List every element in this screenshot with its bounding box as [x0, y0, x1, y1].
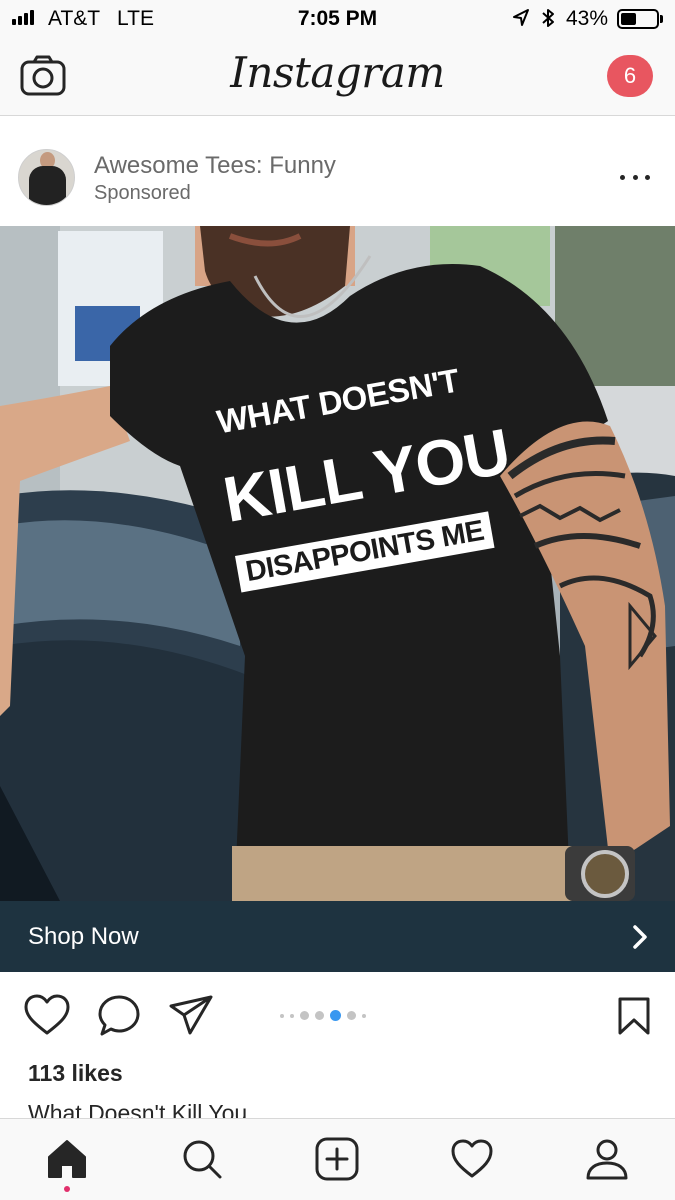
heart-icon[interactable] — [24, 994, 70, 1036]
more-options-icon[interactable] — [620, 172, 650, 182]
likes-count[interactable]: 113 likes — [28, 1060, 123, 1087]
activity-heart-icon[interactable] — [450, 1137, 494, 1181]
active-tab-indicator — [64, 1186, 70, 1192]
share-icon[interactable] — [168, 994, 214, 1036]
chevron-right-icon — [633, 925, 647, 949]
sponsored-label: Sponsored — [94, 182, 191, 204]
post-photo — [0, 226, 675, 901]
battery-percent: 43% — [566, 7, 609, 30]
location-arrow-icon — [513, 9, 529, 26]
carousel-dot — [362, 1013, 366, 1018]
bookmark-icon[interactable] — [617, 996, 651, 1036]
battery-nub — [660, 15, 663, 23]
shop-now-label: Shop Now — [28, 923, 139, 950]
status-bar: AT&T LTE 7:05 PM 43% — [0, 0, 675, 38]
post-actions: 113 likes What Doesn't Kill You — [0, 972, 675, 1126]
carousel-dot — [330, 1010, 341, 1021]
comment-icon[interactable] — [98, 994, 142, 1038]
carousel-dot — [347, 1011, 356, 1020]
home-icon[interactable] — [45, 1137, 89, 1181]
carousel-dot — [280, 1013, 284, 1018]
post-image[interactable]: WHAT DOESN'T KILL YOU DISAPPOINTS ME — [0, 226, 675, 901]
new-post-icon[interactable] — [315, 1137, 359, 1181]
bluetooth-icon — [542, 9, 554, 27]
profile-icon[interactable] — [585, 1137, 629, 1181]
search-icon[interactable] — [180, 1137, 224, 1181]
battery-icon — [617, 9, 659, 29]
bottom-tab-bar — [0, 1118, 675, 1200]
carousel-dot — [315, 1011, 324, 1020]
account-avatar[interactable] — [18, 149, 75, 206]
post-header: Awesome Tees: Funny Sponsored — [0, 117, 675, 226]
carousel-indicator — [280, 1010, 366, 1021]
app-header: Instagram 6 — [0, 38, 675, 116]
carousel-dot — [290, 1013, 294, 1018]
instagram-logo: Instagram — [230, 48, 445, 97]
notification-badge[interactable]: 6 — [607, 55, 653, 97]
carousel-dot — [300, 1011, 309, 1020]
account-name[interactable]: Awesome Tees: Funny — [94, 152, 336, 180]
shop-now-button[interactable]: Shop Now — [0, 901, 675, 972]
